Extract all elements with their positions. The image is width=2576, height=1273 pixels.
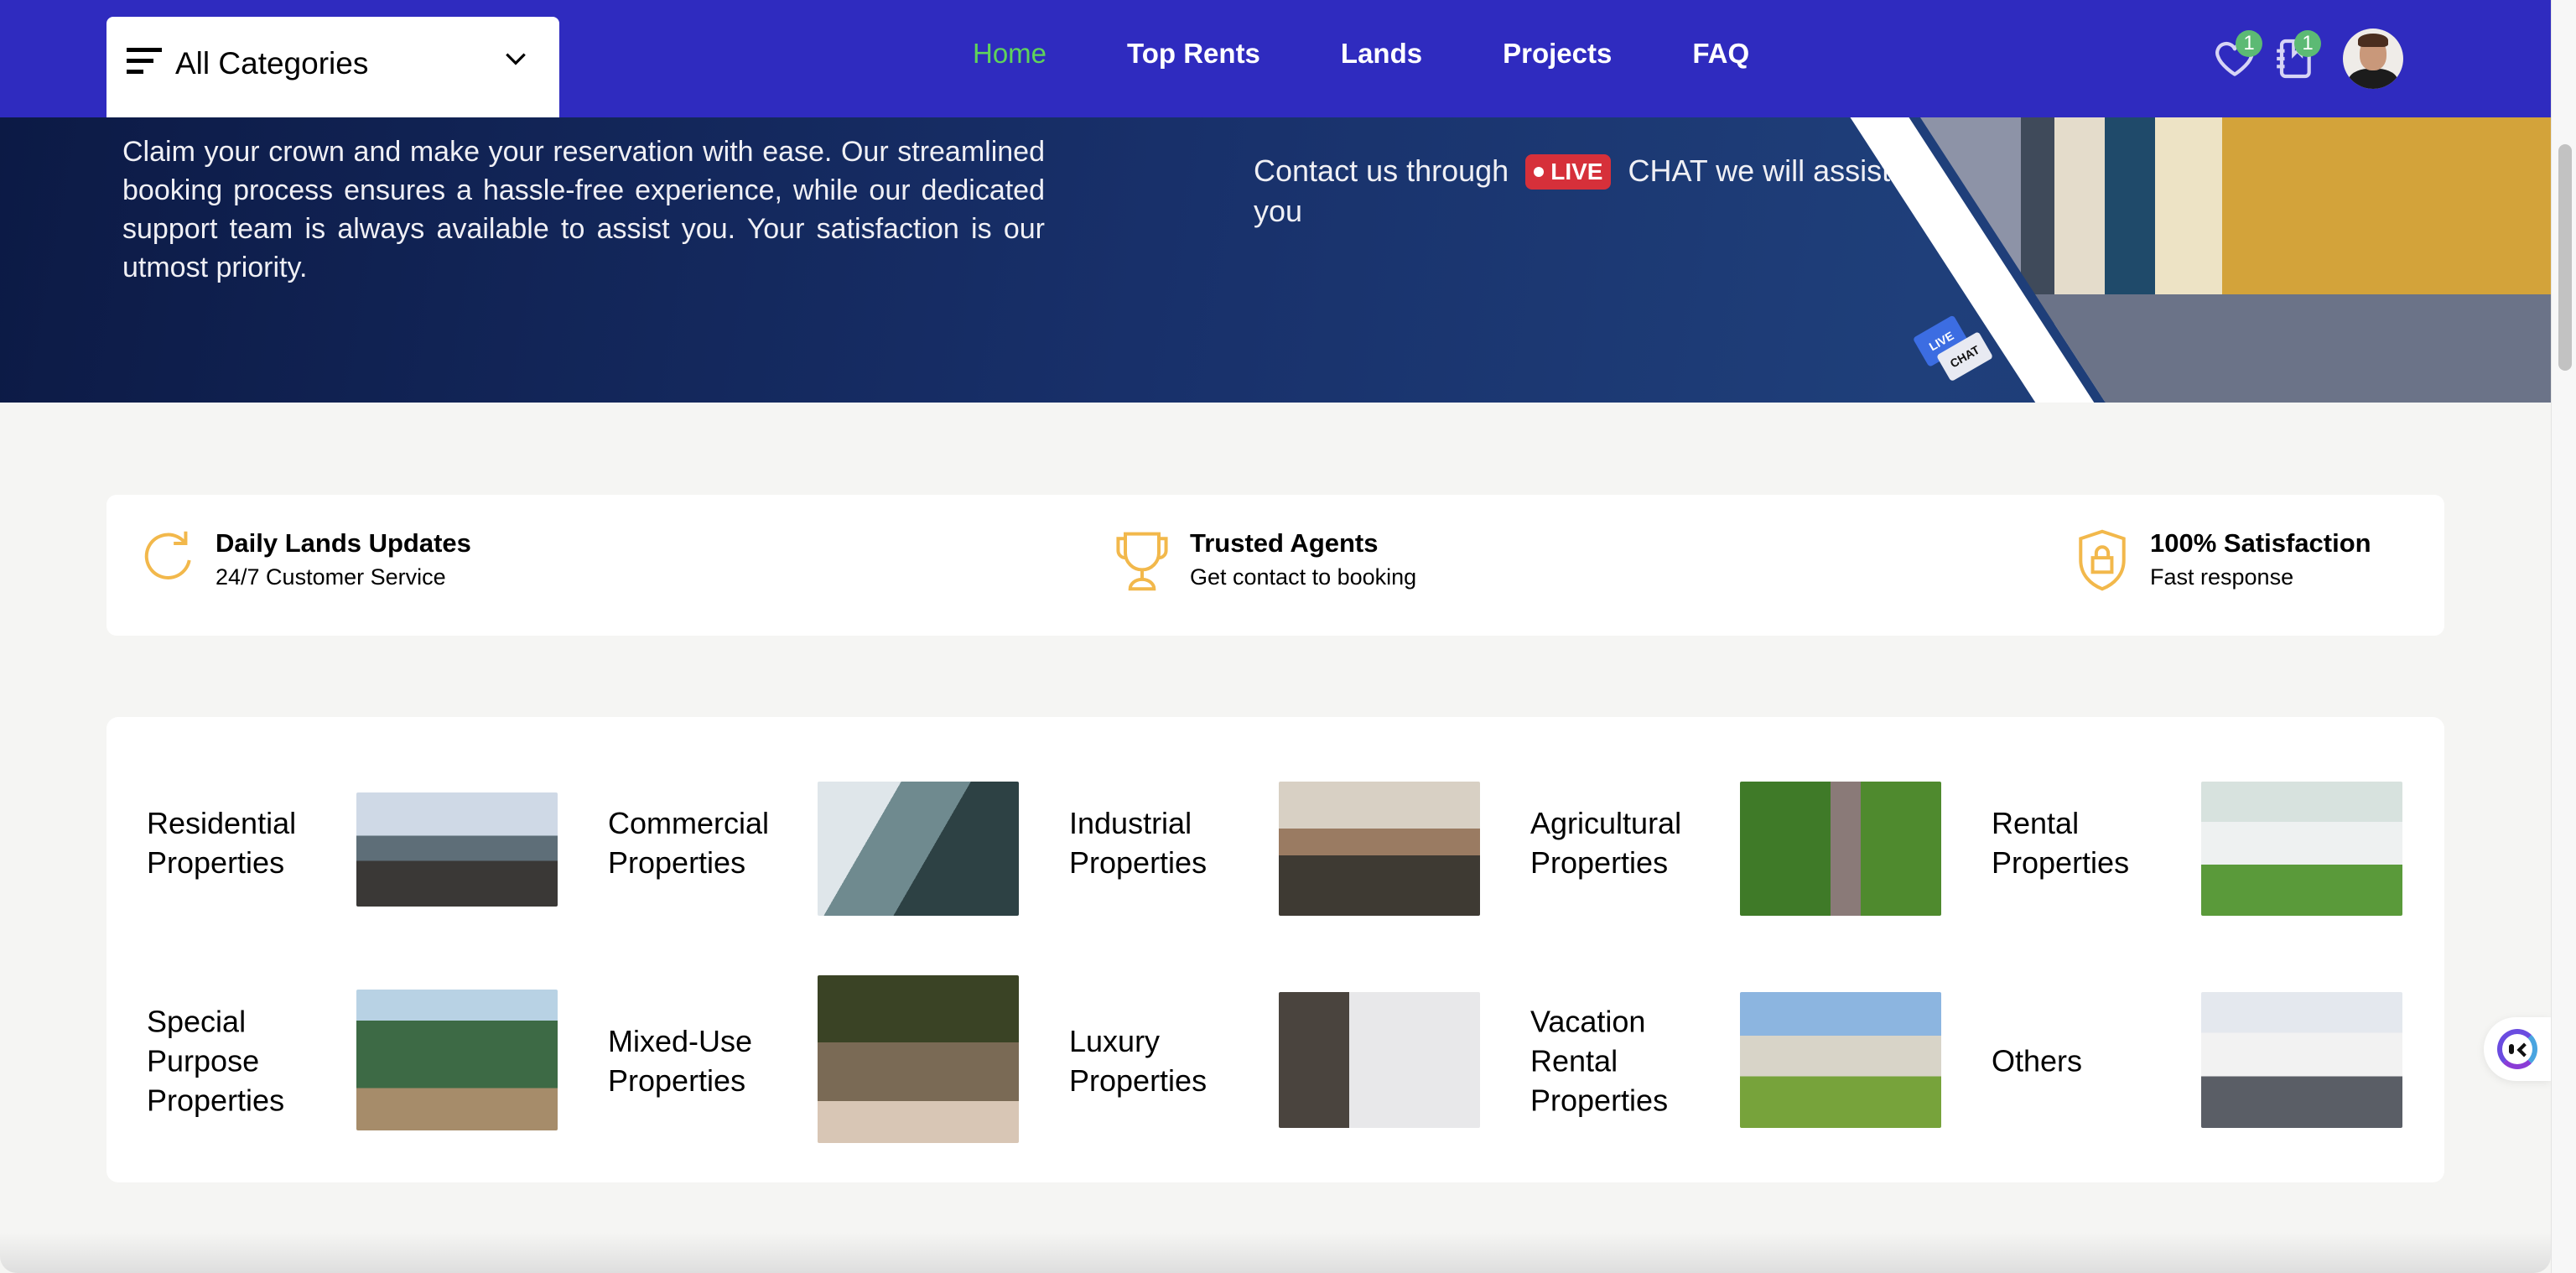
category-photo [1740,782,1941,916]
feature-trusted-agents: Trusted Agents Get contact to booking [1113,527,1416,594]
main-nav: Home Top Rents Lands Projects FAQ [973,38,1830,70]
category-name: Others [1992,1043,2083,1078]
category-luxury[interactable]: Luxury Properties [1029,977,1490,1145]
category-name: Agricultural Properties [1530,806,1682,880]
scrollbar-thumb[interactable] [2558,144,2572,371]
header-actions: 1 1 [2205,25,2403,92]
category-name: Commercial Properties [608,806,770,880]
category-photo [1740,992,1941,1128]
assistant-bot-icon [2497,1029,2537,1069]
nav-faq[interactable]: FAQ [1692,38,1749,70]
category-photo [1279,992,1480,1128]
category-name: Mixed-Use Properties [608,1024,753,1098]
feature-title: 100% Satisfaction [2150,528,2371,558]
nav-home[interactable]: Home [973,38,1046,70]
property-categories: Residential Properties Commercial Proper… [106,717,2444,1182]
category-name: Luxury Properties [1069,1024,1208,1098]
wishlist-count-badge: 1 [2236,30,2262,57]
refresh-icon [144,531,191,579]
category-name: Industrial Properties [1069,806,1208,880]
nav-lands[interactable]: Lands [1341,38,1422,70]
category-photo [1279,782,1480,916]
category-rental[interactable]: Rental Properties [1951,759,2412,927]
category-photo [818,782,1019,916]
category-photo [2201,992,2402,1128]
category-name: Special Purpose Properties [147,1004,285,1118]
page-scrollbar[interactable] [2551,0,2576,1273]
category-industrial[interactable]: Industrial Properties [1029,759,1490,927]
notebook-button[interactable]: 1 [2264,25,2323,92]
category-name: Residential Properties [147,806,297,880]
category-photo [818,975,1019,1143]
category-vacation-rental[interactable]: Vacation Rental Properties [1490,977,1951,1145]
all-categories-label: All Categories [175,46,369,81]
top-navbar: All Categories Home Top Rents Lands Proj… [0,0,2551,117]
category-name: Vacation Rental Properties [1530,1004,1669,1118]
feature-subtitle: Get contact to booking [1190,564,1417,590]
hero-banner: Claim your crown and make your reservati… [0,117,2551,403]
all-categories-dropdown[interactable]: All Categories [106,17,559,117]
banner-description: Claim your crown and make your reservati… [122,136,1045,283]
category-mixed-use[interactable]: Mixed-Use Properties [568,975,1029,1145]
feature-subtitle: Fast response [2150,564,2294,590]
live-dot-icon [1534,167,1545,177]
feature-daily-updates: Daily Lands Updates 24/7 Customer Servic… [138,527,471,594]
category-commercial[interactable]: Commercial Properties [568,759,1029,927]
feature-title: Trusted Agents [1190,528,1379,558]
chevron-down-icon [506,53,526,65]
category-special-purpose[interactable]: Special Purpose Properties [106,977,568,1145]
shield-lock-icon [2079,529,2126,591]
category-photo [356,792,558,907]
notebook-count-badge: 1 [2294,30,2321,57]
category-photo [2201,782,2402,916]
chat-assistant-button[interactable] [2484,1017,2551,1081]
live-chat-prompt: Contact us through LIVE CHAT we will ass… [1254,151,1891,231]
feature-satisfaction: 100% Satisfaction Fast response [2073,527,2371,594]
page-bottom-edge [0,1233,2551,1273]
nav-top-rents[interactable]: Top Rents [1127,38,1260,70]
contact-prefix: Contact us through [1254,153,1509,188]
live-label: LIVE [1550,158,1603,184]
wishlist-button[interactable]: 1 [2205,25,2264,92]
feature-title: Daily Lands Updates [216,528,471,558]
category-others[interactable]: Others [1951,977,2412,1145]
category-name: Rental Properties [1992,806,2130,880]
category-residential[interactable]: Residential Properties [106,759,568,927]
feature-subtitle: 24/7 Customer Service [216,564,446,590]
category-agricultural[interactable]: Agricultural Properties [1490,759,1951,927]
category-photo [356,990,558,1130]
user-avatar[interactable] [2343,29,2403,89]
trophy-icon [1116,532,1168,591]
sort-menu-icon [127,48,162,76]
nav-projects[interactable]: Projects [1503,38,1612,70]
live-badge[interactable]: LIVE [1525,154,1612,190]
features-bar: Daily Lands Updates 24/7 Customer Servic… [106,495,2444,636]
